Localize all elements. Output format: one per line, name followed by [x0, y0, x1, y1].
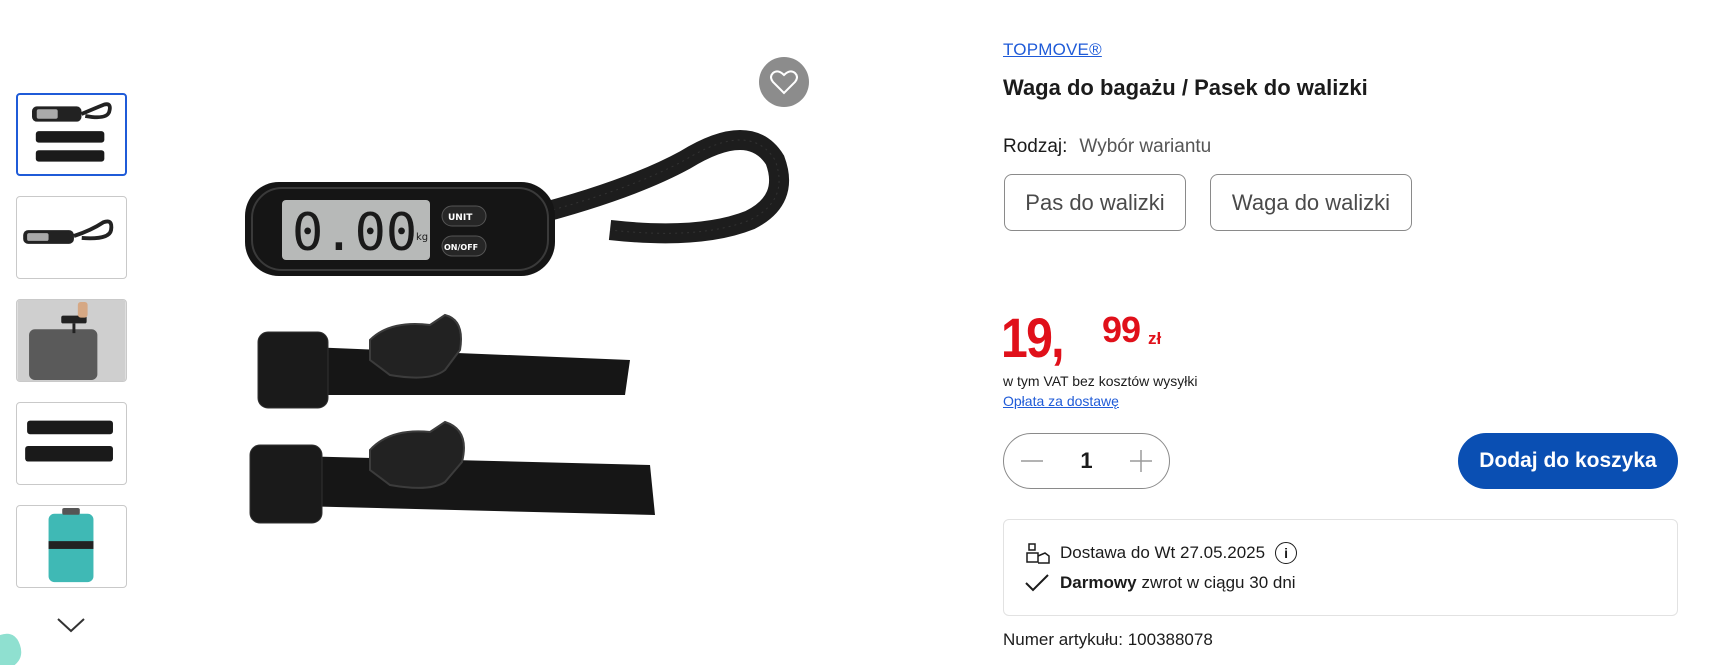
- free-return-text: zwrot w ciągu 30 dni: [1141, 573, 1296, 592]
- variant-selector-label: Rodzaj: Wybór wariantu: [1003, 136, 1211, 158]
- thumbnail-1[interactable]: [16, 93, 127, 176]
- check-icon: [1025, 574, 1049, 592]
- variant-belt-button[interactable]: Pas do walizki: [1004, 174, 1186, 231]
- info-icon[interactable]: i: [1275, 542, 1298, 564]
- thumbnail-gallery: [16, 93, 127, 608]
- add-to-cart-button[interactable]: Dodaj do koszyka: [1458, 433, 1678, 489]
- variant-label: Rodzaj:: [1003, 136, 1068, 157]
- heart-icon: [770, 70, 798, 95]
- price-integer: 19,: [1001, 306, 1065, 369]
- quantity-value[interactable]: 1: [1080, 448, 1092, 474]
- free-return-bold: Darmowy: [1060, 573, 1137, 592]
- free-return-row: Darmowy zwrot w ciągu 30 dni: [1024, 573, 1296, 593]
- scale-unit-button: UNIT: [448, 213, 473, 223]
- product-page: 0.00 kg UNIT ON/OFF TOPMOVE® Waga do bag…: [0, 0, 1714, 665]
- plus-icon[interactable]: [1127, 447, 1155, 475]
- scale-power-button: ON/OFF: [444, 243, 478, 252]
- thumbnail-2[interactable]: [16, 196, 127, 279]
- brand-link[interactable]: TOPMOVE®: [1003, 40, 1102, 60]
- favorite-button[interactable]: [759, 57, 809, 107]
- box-delivery-icon: [1026, 543, 1050, 564]
- product-title: Waga do bagażu / Pasek do walizki: [1003, 75, 1368, 100]
- price: 19, 99 zł: [1001, 305, 1161, 370]
- thumbnail-4[interactable]: [16, 402, 127, 485]
- scale-reading: 0.00: [292, 203, 417, 263]
- main-product-image: 0.00 kg UNIT ON/OFF: [245, 130, 789, 524]
- article-number: Numer artykułu: 100388078: [1003, 630, 1213, 649]
- delivery-info-box: Dostawa do Wt 27.05.2025 i Darmowy zwrot…: [1003, 519, 1678, 616]
- scale-unit: kg: [416, 232, 428, 243]
- decorative-blob: [0, 633, 22, 665]
- thumbnail-5[interactable]: [16, 505, 127, 588]
- variant-scale-button[interactable]: Waga do walizki: [1210, 174, 1412, 231]
- price-currency: zł: [1148, 329, 1162, 348]
- quantity-stepper: 1: [1003, 433, 1170, 489]
- minus-icon[interactable]: [1018, 447, 1046, 475]
- variant-value: Wybór wariantu: [1079, 136, 1212, 157]
- price-decimal: 99: [1102, 309, 1141, 350]
- delivery-date: Dostawa do Wt 27.05.2025: [1060, 543, 1266, 562]
- chevron-down-icon[interactable]: [56, 616, 86, 634]
- shipping-cost-link[interactable]: Opłata za dostawę: [1003, 393, 1119, 409]
- thumbnail-3[interactable]: [16, 299, 127, 382]
- delivery-date-row: Dostawa do Wt 27.05.2025 i: [1024, 540, 1298, 566]
- vat-note: w tym VAT bez kosztów wysyłki: [1003, 373, 1198, 389]
